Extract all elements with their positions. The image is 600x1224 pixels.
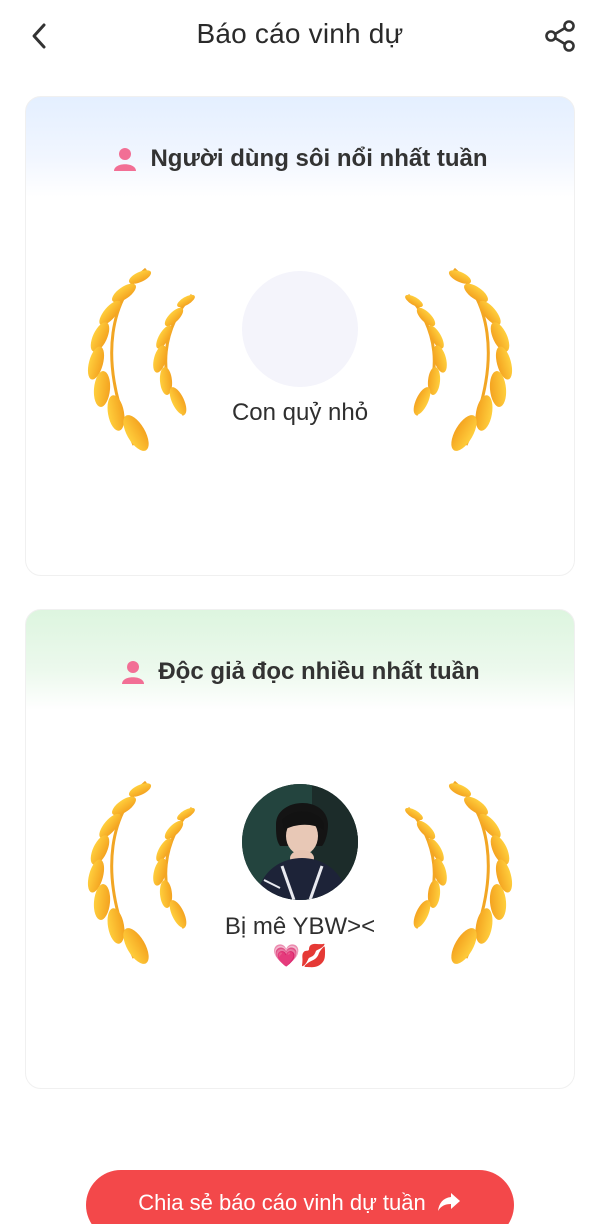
card-title-row: Người dùng sôi nổi nhất tuần bbox=[26, 145, 574, 173]
user-icon bbox=[122, 661, 145, 684]
user-name-emojis: 💗💋 bbox=[272, 944, 328, 969]
share-weekly-report-label: Chia sẻ báo cáo vinh dự tuần bbox=[138, 1190, 426, 1215]
share-icon bbox=[545, 20, 575, 52]
user-name: Bị mê YBW>< bbox=[224, 913, 376, 940]
avatar-photo bbox=[242, 784, 358, 900]
share-arrow-icon bbox=[437, 1193, 460, 1211]
page-title: Báo cáo vinh dự bbox=[196, 18, 404, 49]
user-name-block[interactable]: Bị mê YBW>< 💗💋 bbox=[26, 912, 574, 972]
card-title: Người dùng sôi nổi nhất tuần bbox=[150, 145, 488, 172]
top-reader-card: Độc giả đọc nhiều nhất tuần Bị mê YBW>< … bbox=[25, 609, 575, 1089]
share-weekly-report-button[interactable]: Chia sẻ báo cáo vinh dự tuần bbox=[86, 1170, 514, 1224]
avatar[interactable] bbox=[242, 271, 358, 387]
avatar[interactable] bbox=[242, 784, 358, 900]
user-icon bbox=[114, 148, 137, 171]
share-button[interactable] bbox=[538, 14, 582, 58]
app-header: Báo cáo vinh dự bbox=[0, 0, 600, 72]
card-title-row: Độc giả đọc nhiều nhất tuần bbox=[26, 658, 574, 686]
user-name[interactable]: Con quỷ nhỏ bbox=[26, 399, 574, 427]
card-title: Độc giả đọc nhiều nhất tuần bbox=[158, 658, 480, 685]
most-active-user-card: Người dùng sôi nổi nhất tuần Con quỷ nhỏ bbox=[25, 96, 575, 576]
